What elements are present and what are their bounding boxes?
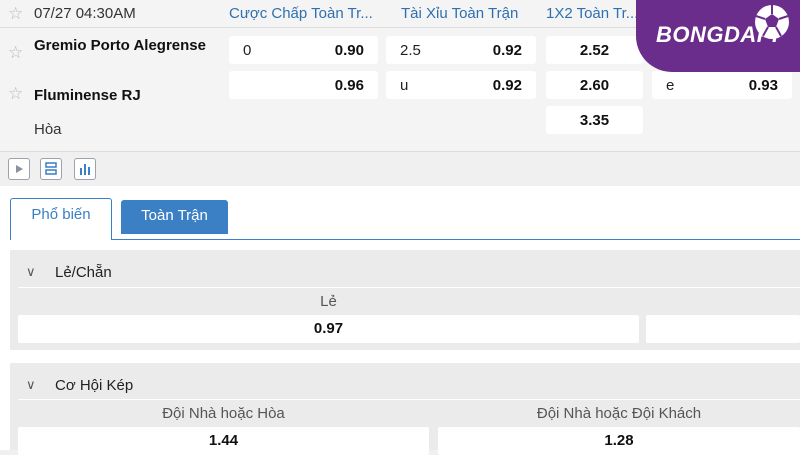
ou-over-cell[interactable]: 2.5 0.92 (386, 36, 536, 64)
ou-over-odds: 0.92 (492, 42, 522, 59)
play-button[interactable] (8, 158, 30, 180)
ou-over-line: 2.5 (400, 42, 421, 59)
home-or-draw-value: 1.44 (208, 432, 239, 449)
x12-home-cell[interactable]: 2.52 (546, 36, 643, 64)
x12-home-odds: 2.52 (579, 42, 610, 59)
x12-draw-odds: 3.35 (579, 112, 610, 129)
draw-label: Hòa (34, 121, 62, 138)
x12-draw-cell[interactable]: 3.35 (546, 106, 643, 134)
handicap-home-cell[interactable]: 0 0.90 (229, 36, 378, 64)
star-icon[interactable]: ☆ (8, 4, 23, 24)
chevron-down-icon[interactable]: ∨ (26, 264, 36, 280)
handicap-away-odds: 0.96 (334, 77, 364, 94)
odd-even-title[interactable]: Lẻ/Chẵn (55, 264, 112, 281)
odd-odds-cell[interactable]: 0.97 (18, 315, 639, 343)
tab-popular[interactable]: Phổ biến (10, 198, 112, 240)
odd-odds-value: 0.97 (313, 320, 344, 337)
handicap-home-odds: 0.90 (334, 42, 364, 59)
soccer-ball-icon (755, 5, 789, 39)
star-icon[interactable]: ☆ (8, 84, 23, 104)
home-or-draw-cell[interactable]: 1.44 (18, 427, 429, 455)
stats-icon (80, 164, 90, 175)
even-odds-cell[interactable] (646, 315, 800, 343)
section-divider (18, 399, 800, 400)
section-divider (18, 287, 800, 288)
home-team-name: Gremio Porto Alegrense (34, 37, 206, 54)
tab-underline (112, 239, 800, 240)
home-or-away-value: 1.28 (604, 432, 634, 449)
extra-label: e (666, 77, 675, 94)
double-chance-title[interactable]: Cơ Hội Kép (55, 377, 133, 394)
list-button[interactable] (40, 158, 62, 180)
x12-away-cell[interactable]: 2.60 (546, 71, 643, 99)
list-icon (45, 162, 57, 175)
tab-full-match[interactable]: Toàn Trận (121, 200, 228, 234)
column-header-overunder[interactable]: Tài Xỉu Toàn Trận (401, 5, 518, 22)
home-or-away-label: Đội Nhà hoặc Đội Khách (536, 405, 702, 422)
ou-under-cell[interactable]: u 0.92 (386, 71, 536, 99)
ou-under-odds: 0.92 (492, 77, 522, 94)
column-header-1x2[interactable]: 1X2 Toàn Tr... (546, 5, 638, 22)
chevron-down-icon[interactable]: ∨ (26, 377, 36, 393)
home-or-draw-label: Đội Nhà hoặc Hòa (162, 405, 285, 422)
column-header-handicap[interactable]: Cược Chấp Toàn Tr... (229, 5, 373, 22)
star-icon[interactable]: ☆ (8, 43, 23, 63)
extra-odds: 0.93 (748, 77, 778, 94)
odd-label: Lẻ (320, 293, 337, 310)
home-or-away-cell[interactable]: 1.28 (438, 427, 800, 455)
away-team-name: Fluminense RJ (34, 87, 141, 104)
ou-under-label: u (400, 77, 409, 94)
handicap-away-cell[interactable]: 0.96 (229, 71, 378, 99)
x12-away-odds: 2.60 (579, 77, 610, 94)
bongdapi-logo: BONGDAPI (636, 0, 800, 72)
match-datetime: 07/27 04:30AM (34, 5, 136, 22)
handicap-home-line: 0 (243, 42, 252, 59)
play-icon (16, 165, 23, 173)
panel-divider (0, 151, 800, 152)
stats-button[interactable] (74, 158, 96, 180)
extra-odds-cell[interactable]: e 0.93 (652, 71, 792, 99)
